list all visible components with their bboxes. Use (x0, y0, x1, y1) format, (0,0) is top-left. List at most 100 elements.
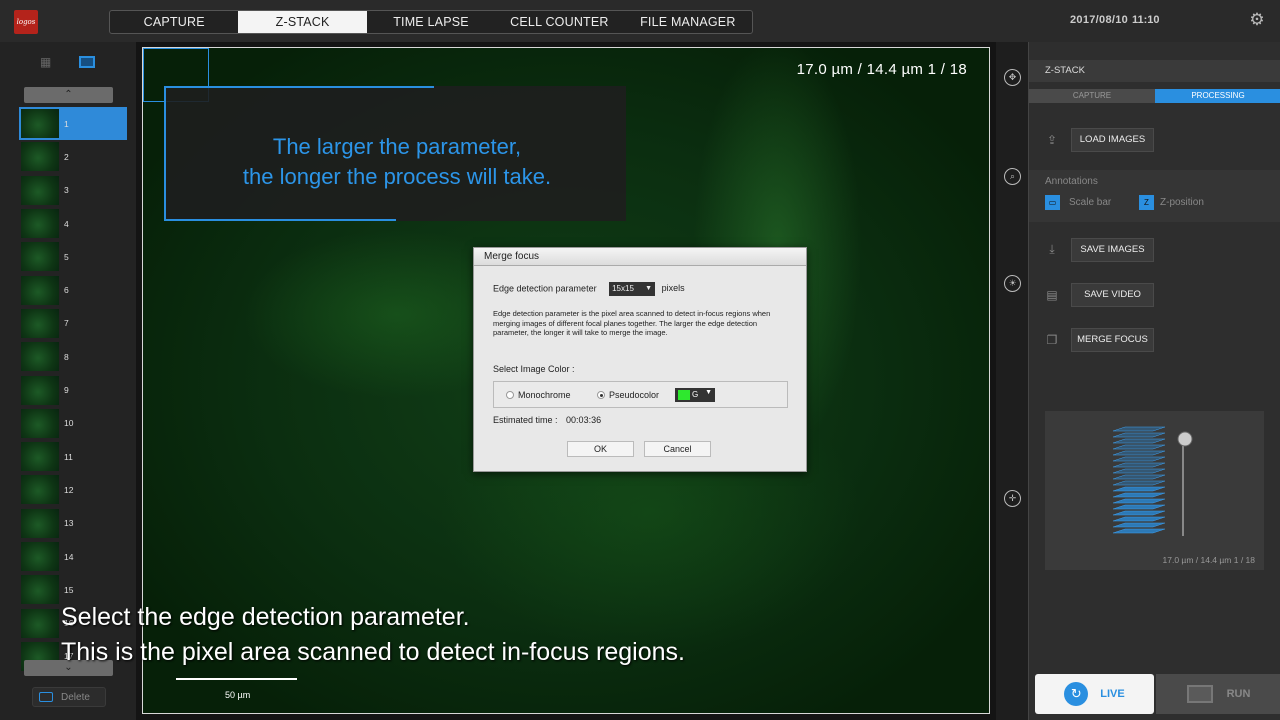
refresh-icon: ↻ (1064, 682, 1089, 706)
thumbnail-image (21, 175, 59, 205)
tip-line-1: The larger the parameter, (272, 134, 522, 159)
edge-param-value: 15x15 (612, 284, 634, 293)
thumbnail-item[interactable]: 11 (19, 440, 127, 473)
thumbnail-item[interactable]: 14 (19, 540, 127, 573)
z-position-icon[interactable]: Z (1139, 195, 1154, 210)
stack-cube (1112, 426, 1166, 534)
merge-focus-button[interactable]: MERGE FOCUS (1071, 328, 1154, 352)
annotations-title: Annotations (1045, 176, 1098, 187)
stage-icon[interactable]: ✥ (1004, 69, 1021, 86)
stack-slice (1112, 498, 1166, 504)
thumbnail-image (21, 342, 59, 372)
thumbnail-item[interactable]: 6 (19, 273, 127, 306)
tab-cell-counter[interactable]: CELL COUNTER (495, 11, 623, 33)
edge-param-unit: pixels (661, 283, 685, 294)
thumbnail-number: 3 (64, 185, 69, 196)
grid-view-icon[interactable]: ▦ (40, 56, 56, 68)
monochrome-radio[interactable] (506, 391, 514, 399)
tab-file-manager[interactable]: FILE MANAGER (624, 11, 752, 33)
scroll-up-button[interactable]: ⌃ (24, 87, 113, 103)
thumbnail-number: 4 (64, 218, 69, 229)
panel-title: Z-STACK (1029, 60, 1280, 82)
scale-label: 50 µm (225, 690, 251, 700)
pseudocolor-radio[interactable] (597, 391, 605, 399)
zstack-visualizer: 17.0 µm / 14.4 µm 1 / 18 (1045, 411, 1264, 570)
thumbnail-image (21, 275, 59, 305)
ok-button[interactable]: OK (567, 441, 634, 457)
brightness-icon[interactable]: ☀ (1004, 275, 1021, 292)
scale-bar-icon[interactable]: ▭ (1045, 195, 1060, 210)
stack-slice (1112, 432, 1166, 438)
zoom-icon[interactable]: ⌕ (1004, 168, 1021, 185)
tip-line-2: the longer the process will take. (242, 164, 552, 189)
thumbnail-number: 8 (64, 351, 69, 362)
monochrome-label: Monochrome (518, 390, 571, 400)
save-video-button[interactable]: SAVE VIDEO (1071, 283, 1154, 307)
crosshair-icon[interactable]: ✛ (1004, 490, 1021, 507)
color-select[interactable]: G ▼ (675, 388, 715, 402)
thumbnail-item[interactable]: 3 (19, 174, 127, 207)
save-images-button[interactable]: SAVE IMAGES (1071, 238, 1154, 262)
thumbnail-item[interactable]: 10 (19, 407, 127, 440)
stack-icon (1186, 685, 1213, 703)
single-view-icon[interactable] (79, 56, 95, 68)
tip-bottom-line (166, 219, 396, 221)
thumbnail-image (21, 109, 59, 139)
pseudocolor-label: Pseudocolor (609, 390, 660, 400)
edge-param-select[interactable]: 15x15 ▼ (609, 282, 656, 296)
thumbnail-item[interactable]: 4 (19, 207, 127, 240)
tool-column: ✥ ⌕ ☀ ✛ (996, 42, 1028, 720)
thumbnail-number: 13 (64, 518, 74, 529)
main-tabs: CAPTURE Z-STACK TIME LAPSE CELL COUNTER … (109, 10, 753, 34)
tab-capture[interactable]: CAPTURE (110, 11, 238, 33)
cancel-button[interactable]: Cancel (644, 441, 711, 457)
thumbnail-number: 15 (64, 584, 74, 595)
stack-slice (1112, 426, 1166, 432)
thumbnail-item[interactable]: 8 (19, 340, 127, 373)
stack-slice (1112, 450, 1166, 456)
color-label: Select Image Color : (493, 364, 575, 374)
run-button[interactable]: RUN (1156, 674, 1280, 714)
thumbnail-item[interactable]: 5 (19, 240, 127, 273)
tip-overlay: The larger the parameter, the longer the… (164, 86, 626, 221)
thumbnail-image (21, 408, 59, 438)
stack-slice (1112, 456, 1166, 462)
stack-slice (1112, 522, 1166, 528)
thumbnail-item[interactable]: 9 (19, 373, 127, 406)
color-swatch (678, 390, 690, 400)
thumbnail-item[interactable]: 7 (19, 307, 127, 340)
thumbnail-item[interactable]: 1 (19, 107, 127, 141)
zstack-panel: Z-STACK CAPTURE PROCESSING ⇪ LOAD IMAGES… (1028, 42, 1280, 720)
z-info: 17.0 µm / 14.4 µm 1 / 18 (1162, 555, 1255, 565)
live-button[interactable]: ↻ LIVE (1035, 674, 1154, 714)
gear-icon[interactable]: ⚙ (1248, 11, 1266, 29)
color-value: G (692, 390, 699, 399)
tab-z-stack[interactable]: Z-STACK (238, 11, 367, 33)
thumbnail-image (21, 142, 59, 172)
delete-button[interactable]: Delete (32, 687, 106, 707)
thumbnail-image (21, 308, 59, 338)
stack-info: 17.0 µm / 14.4 µm 1 / 18 (796, 61, 967, 78)
download-icon: ⤓ (1049, 242, 1055, 256)
stack-slice (1112, 486, 1166, 492)
subtab-capture[interactable]: CAPTURE (1029, 89, 1155, 103)
annotations-section: Annotations ▭ Scale bar Z Z-position (1029, 170, 1280, 222)
tab-time-lapse[interactable]: TIME LAPSE (367, 11, 495, 33)
main-viewer: 17.0 µm / 14.4 µm 1 / 18 The larger the … (61, 42, 996, 720)
estimated-time-value: 00:03:36 (566, 415, 602, 425)
thumbnail-item[interactable]: 13 (19, 507, 127, 540)
live-label: LIVE (1100, 688, 1125, 700)
load-images-button[interactable]: LOAD IMAGES (1071, 128, 1154, 152)
thumbnail-item[interactable]: 2 (19, 140, 127, 173)
chevron-down-icon: ▼ (645, 285, 653, 292)
stack-slice (1112, 468, 1166, 474)
thumbnail-item[interactable]: 12 (19, 473, 127, 506)
dialog-title: Merge focus (474, 248, 806, 266)
edge-param-label: Edge detection parameter (493, 283, 597, 294)
stack-slice (1112, 474, 1166, 480)
z-slider-handle[interactable] (1177, 431, 1193, 447)
caption-overlay: Select the edge detection parameter. Thi… (61, 600, 961, 670)
subtab-processing[interactable]: PROCESSING (1155, 89, 1280, 103)
thumbnail-image (21, 209, 59, 239)
thumbnail-number: 12 (64, 484, 74, 495)
